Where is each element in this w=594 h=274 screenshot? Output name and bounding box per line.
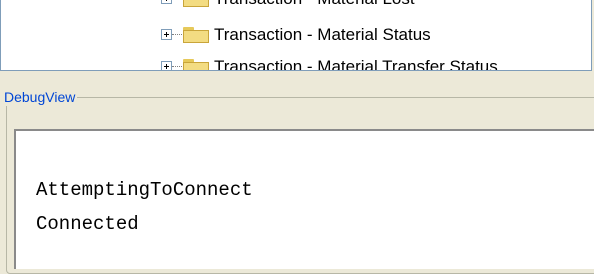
folder-icon: [183, 27, 209, 43]
debugview-title: DebugView: [2, 88, 78, 106]
tree-item-label: Transaction - Material Lost: [214, 0, 415, 10]
output-line: Connected: [36, 213, 139, 235]
tree-panel[interactable]: Transaction - Material Lost Transaction …: [0, 0, 592, 71]
expand-plus-icon[interactable]: [161, 0, 172, 4]
output-line: AttemptingToConnect: [36, 179, 253, 201]
tree-item-label: Transaction - Material Status: [214, 25, 431, 44]
folder-icon: [183, 59, 209, 70]
expand-plus-icon[interactable]: [161, 29, 172, 40]
expand-plus-icon[interactable]: [161, 61, 172, 70]
tree-item-label: Transaction - Material Transfer Status: [214, 57, 498, 71]
debug-output[interactable]: AttemptingToConnect Connected: [14, 129, 594, 269]
folder-icon: [183, 0, 209, 7]
